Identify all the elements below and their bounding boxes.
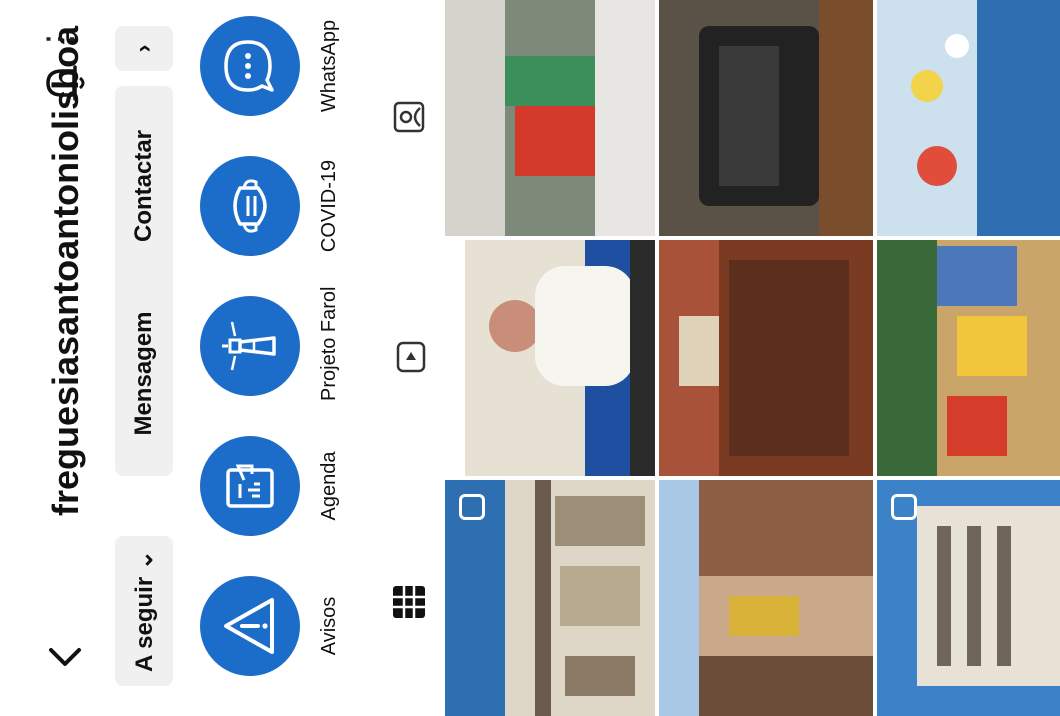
post-alley-colorful[interactable] bbox=[659, 480, 873, 716]
grid-icon[interactable] bbox=[390, 583, 428, 621]
post-image bbox=[445, 240, 655, 476]
profile-actions: A seguir ⌄ Mensagem Contactar › bbox=[115, 0, 175, 716]
post-building-blue-sky[interactable] bbox=[877, 480, 1060, 716]
more-options-icon[interactable]: ⋮ bbox=[40, 22, 80, 56]
post-man-speaking[interactable] bbox=[445, 240, 655, 476]
mask-icon bbox=[200, 156, 300, 256]
highlight-label: Projeto Farol bbox=[318, 286, 340, 402]
bell-icon[interactable] bbox=[42, 65, 88, 101]
post-image bbox=[659, 480, 873, 716]
highlight-covid-19[interactable]: COVID-19 bbox=[200, 151, 341, 261]
multiple-photos-icon bbox=[459, 494, 485, 520]
highlight-label: COVID-19 bbox=[318, 159, 340, 253]
post-image bbox=[445, 0, 655, 236]
reels-icon[interactable] bbox=[390, 338, 428, 376]
post-image bbox=[911, 0, 1060, 236]
back-arrow-icon[interactable] bbox=[45, 636, 85, 676]
post-typewriter[interactable] bbox=[659, 0, 873, 236]
highlight-whatsapp[interactable]: WhatsApp bbox=[200, 11, 341, 121]
post-balloons[interactable] bbox=[877, 0, 1060, 236]
lighthouse-icon bbox=[200, 296, 300, 396]
highlight-avisos[interactable]: Avisos bbox=[200, 571, 341, 681]
story-highlights: Avisos Agenda Projeto Farol COVID-19 Wha… bbox=[200, 0, 365, 716]
tagged-icon[interactable] bbox=[390, 98, 428, 136]
multiple-photos-icon bbox=[891, 494, 917, 520]
post-theater-seats[interactable] bbox=[659, 240, 873, 476]
agenda-icon bbox=[200, 436, 300, 536]
post-image bbox=[699, 0, 873, 236]
warning-icon bbox=[200, 576, 300, 676]
posts-grid bbox=[445, 0, 1060, 716]
contact-button[interactable]: Contactar bbox=[115, 86, 173, 286]
post-colorful-market[interactable] bbox=[877, 240, 1060, 476]
chat-icon bbox=[200, 16, 300, 116]
post-street-blue-sky[interactable] bbox=[445, 480, 655, 716]
highlight-label: Avisos bbox=[318, 596, 340, 656]
message-button[interactable]: Mensagem bbox=[115, 271, 173, 476]
highlight-agenda[interactable]: Agenda bbox=[200, 431, 341, 541]
following-button[interactable]: A seguir ⌄ bbox=[115, 536, 173, 686]
top-bar: freguesiasantoantoniolisboa ⋮ bbox=[0, 0, 130, 716]
profile-tabs bbox=[380, 0, 440, 716]
highlight-label: Agenda bbox=[318, 451, 340, 521]
highlight-projeto-farol[interactable]: Projeto Farol bbox=[200, 286, 341, 402]
post-people-stall[interactable] bbox=[445, 0, 655, 236]
suggested-chevron-button[interactable]: › bbox=[115, 26, 173, 71]
post-image bbox=[659, 240, 849, 476]
post-image bbox=[877, 240, 1027, 476]
instagram-profile: freguesiasantoantoniolisboa ⋮ A seguir ⌄… bbox=[0, 0, 1060, 716]
highlight-label: WhatsApp bbox=[318, 19, 340, 113]
screenshot-stage: freguesiasantoantoniolisboa ⋮ A seguir ⌄… bbox=[0, 0, 1060, 716]
